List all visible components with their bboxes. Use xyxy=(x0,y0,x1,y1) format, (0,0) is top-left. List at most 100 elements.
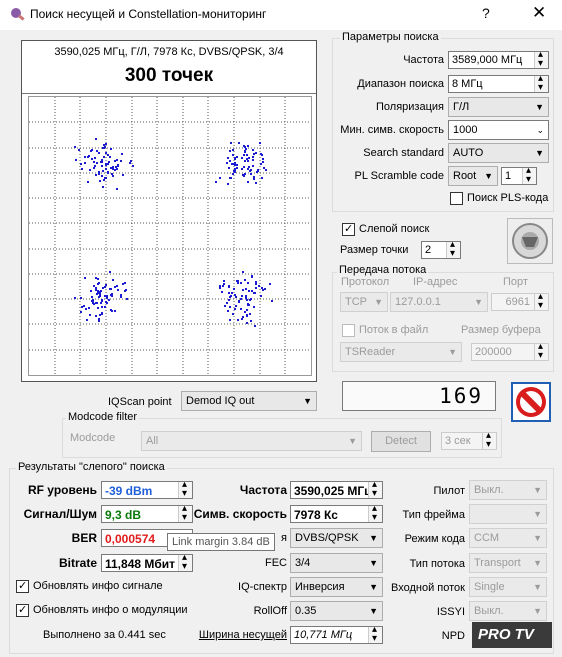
rf-spin-arrows[interactable] xyxy=(178,479,192,499)
dot-size-label: Размер точки xyxy=(340,244,409,256)
constellation-point xyxy=(262,289,264,291)
bitrate-spin-arrows[interactable] xyxy=(178,552,192,572)
pls-type-value: Root xyxy=(453,170,477,182)
title-bar: Поиск несущей и Constellation-мониторинг… xyxy=(0,0,562,30)
help-button[interactable]: ? xyxy=(482,5,490,21)
frame-type-select[interactable]: ▼ xyxy=(469,504,547,524)
range-spinbox[interactable]: 8 МГц xyxy=(448,73,549,93)
buffer-spinbox[interactable]: 200000 xyxy=(471,341,549,361)
constellation-point xyxy=(102,186,104,188)
port-spin-arrows[interactable] xyxy=(534,291,548,311)
pls-search-checkbox[interactable] xyxy=(450,192,463,205)
range-label: Диапазон поиска xyxy=(357,78,444,90)
protocol-select[interactable]: TCP ▼ xyxy=(340,292,388,312)
protocol-value: TCP xyxy=(345,296,367,308)
update-modulation-checkbox[interactable] xyxy=(16,603,29,617)
bitrate-value: 11,848 Мбит xyxy=(105,557,176,571)
dot-size-spin-arrows[interactable] xyxy=(446,239,460,259)
result-sr-arrows[interactable] xyxy=(368,503,382,523)
blind-search-checkbox[interactable] xyxy=(342,222,355,236)
range-spin-arrows[interactable] xyxy=(534,73,548,93)
result-std-select[interactable]: DVBS/QPSK ▼ xyxy=(290,528,383,548)
pls-type-select[interactable]: Root ▼ xyxy=(448,166,498,186)
constellation-point xyxy=(228,286,230,288)
ip-select[interactable]: 127.0.0.1 ▼ xyxy=(390,292,488,312)
bandwidth-arrows[interactable] xyxy=(368,624,382,644)
search-standard-select[interactable]: AUTO ▼ xyxy=(448,143,549,163)
stop-button[interactable] xyxy=(511,382,551,422)
port-spinbox[interactable]: 6961 xyxy=(491,291,549,311)
buffer-spin-arrows[interactable] xyxy=(534,341,548,361)
issyi-select[interactable]: Выкл. ▼ xyxy=(469,601,547,621)
constellation-point xyxy=(261,154,263,156)
result-freq-field: 3590,025 МГц xyxy=(290,479,383,499)
chevron-down-icon: ▼ xyxy=(484,171,493,181)
iqscan-label: IQScan point xyxy=(108,396,172,408)
chevron-down-icon: ▼ xyxy=(533,582,542,592)
min-sr-select[interactable]: 1000 ⌄ xyxy=(448,120,549,140)
constellation-point xyxy=(84,156,86,158)
chevron-down-icon: ▼ xyxy=(348,436,357,446)
pilot-select[interactable]: Выкл. ▼ xyxy=(469,480,547,500)
constellation-point xyxy=(262,161,264,163)
seconds-value: 3 сек xyxy=(445,435,471,447)
input-stream-select[interactable]: Single ▼ xyxy=(469,577,547,597)
constellation-point xyxy=(109,156,111,158)
bitrate-field: 11,848 Мбит xyxy=(101,552,193,572)
modcode-select[interactable]: All ▼ xyxy=(141,431,362,451)
reader-select[interactable]: TSReader ▼ xyxy=(340,342,462,362)
constellation-point xyxy=(78,149,80,151)
stream-type-select[interactable]: Transport ▼ xyxy=(469,553,547,573)
constellation-point xyxy=(116,159,118,161)
stream-title: Передача потока xyxy=(337,264,429,276)
coding-mode-select[interactable]: CCM ▼ xyxy=(469,528,547,548)
pls-code-spinbox[interactable]: 1 xyxy=(501,165,537,185)
chevron-down-icon: ▼ xyxy=(369,533,378,543)
polarization-label: Поляризация xyxy=(376,101,444,113)
polarization-select[interactable]: Г/Л ▼ xyxy=(448,97,549,117)
iqscan-select[interactable]: Demod IQ out ▼ xyxy=(181,391,317,411)
fec-select[interactable]: 3/4 ▼ xyxy=(290,553,383,573)
dot-size-spinbox[interactable]: 2 xyxy=(421,239,461,259)
constellation-point xyxy=(246,299,248,301)
pls-spin-arrows[interactable] xyxy=(522,165,536,185)
seconds-spinbox[interactable]: 3 сек xyxy=(441,430,497,450)
coding-mode-label: Режим кода xyxy=(404,533,465,545)
issyi-value: Выкл. xyxy=(474,605,504,617)
app-icon xyxy=(11,8,25,21)
constellation-point xyxy=(117,164,119,166)
issyi-label: ISSYI xyxy=(436,606,465,618)
pilot-label: Пилот xyxy=(433,485,465,497)
constellation-point xyxy=(108,299,110,301)
iq-spectrum-select[interactable]: Инверсия ▼ xyxy=(290,577,383,597)
constellation-point xyxy=(228,292,230,294)
to-file-checkbox[interactable] xyxy=(342,324,355,337)
constellation-point xyxy=(105,284,107,286)
constellation-point xyxy=(222,285,224,287)
constellation-point xyxy=(102,170,104,172)
rolloff-select[interactable]: 0.35 ▼ xyxy=(290,601,383,621)
freq-spin-arrows[interactable] xyxy=(534,49,548,69)
bandwidth-label: Ширина несущей xyxy=(198,629,287,641)
constellation-point xyxy=(240,282,242,284)
constellation-point xyxy=(232,154,234,156)
constellation-point xyxy=(226,302,228,304)
constellation-point xyxy=(255,152,257,154)
constellation-point xyxy=(105,143,107,145)
constellation-point xyxy=(224,305,226,307)
constellation-point xyxy=(112,175,114,177)
update-signal-checkbox[interactable] xyxy=(16,579,29,593)
constellation-point xyxy=(120,160,122,162)
detect-button[interactable]: Detect xyxy=(371,431,431,452)
constellation-point xyxy=(94,165,96,167)
constellation-point xyxy=(234,168,236,170)
chevron-down-icon: ▼ xyxy=(535,148,544,158)
constellation-point xyxy=(235,296,237,298)
constellation-point xyxy=(101,300,103,302)
freq-spinbox[interactable]: 3589,000 МГц xyxy=(448,49,549,69)
seconds-spin-arrows[interactable] xyxy=(482,430,496,450)
close-button[interactable]: ✕ xyxy=(532,3,546,23)
freq-label: Частота xyxy=(403,54,444,66)
buffer-size-label: Размер буфера xyxy=(461,324,541,336)
result-freq-arrows[interactable] xyxy=(368,479,382,499)
